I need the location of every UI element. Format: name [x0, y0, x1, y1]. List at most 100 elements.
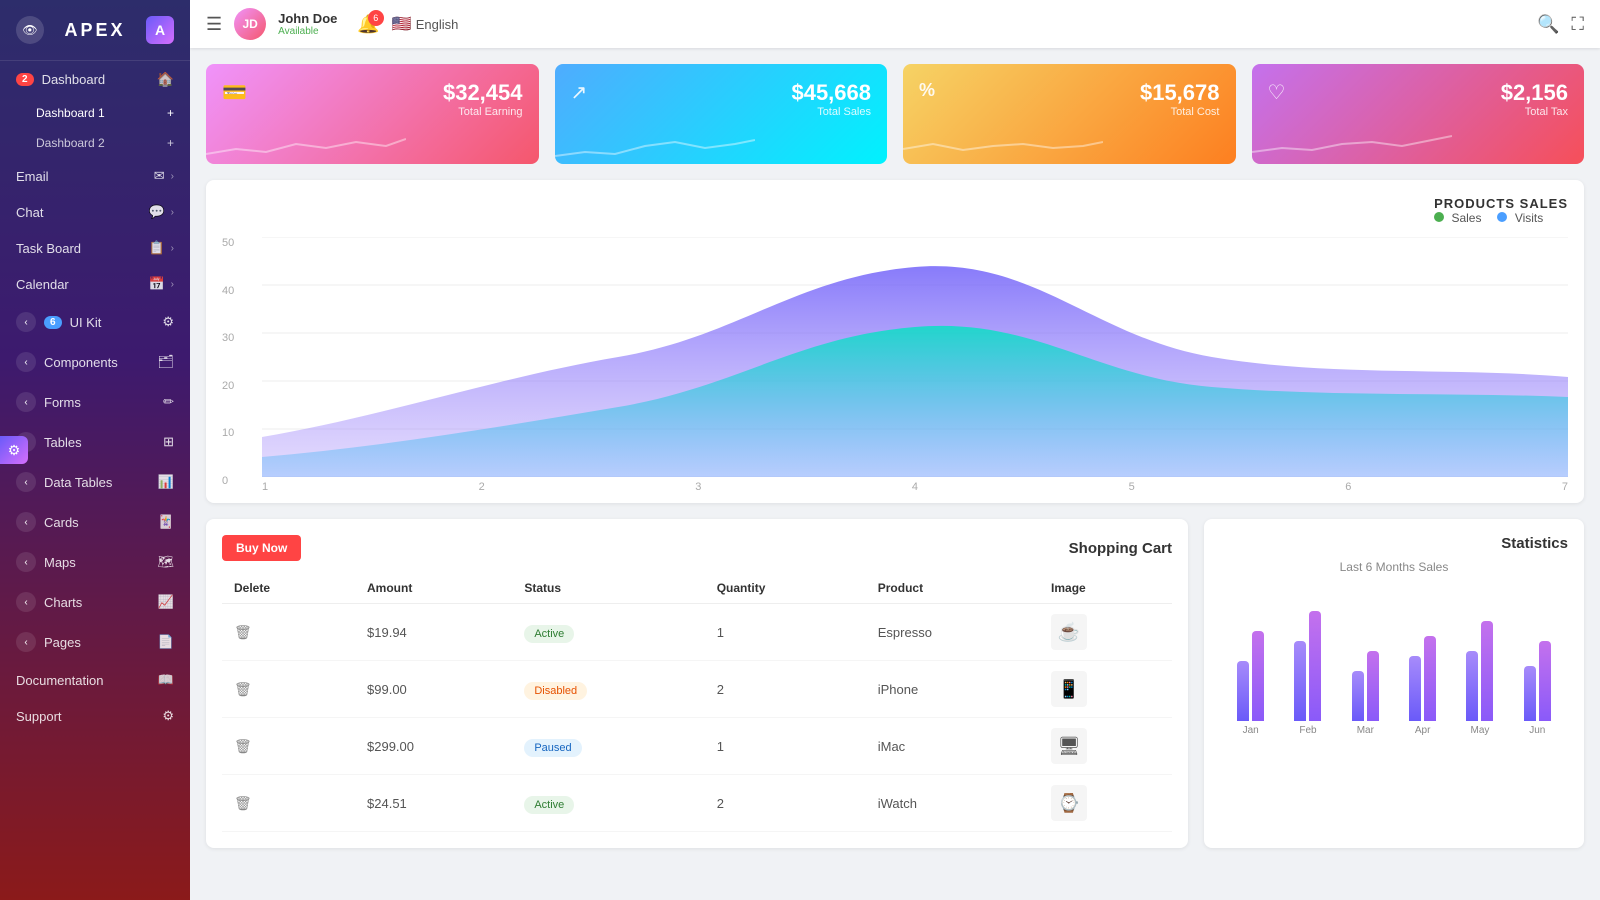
sales-icon: ↗ — [571, 80, 588, 105]
bottom-section: Buy Now Shopping Cart Delete Amount Stat… — [206, 519, 1584, 848]
bar-b — [1367, 651, 1379, 721]
chart-title: PRODUCTS SALES — [1434, 196, 1568, 211]
eye-toggle-button[interactable]: 👁 — [16, 16, 44, 44]
product-cell: Espresso — [866, 604, 1039, 661]
sidebar-item-email[interactable]: Email ✉ › — [0, 158, 190, 194]
buy-now-button[interactable]: Buy Now — [222, 535, 301, 561]
earning-sparkline — [206, 124, 406, 164]
hamburger-button[interactable]: ☰ — [206, 14, 222, 35]
cost-icon: % — [919, 80, 935, 101]
calendar-icon: 📅 — [148, 276, 164, 292]
bar-a — [1524, 666, 1536, 721]
sidebar-item-charts[interactable]: ‹ Charts 📈 — [0, 582, 190, 622]
expand-button[interactable]: ⛶ — [1571, 14, 1584, 35]
sidebar-item-uikit[interactable]: ‹ 6 UI Kit ⚙ — [0, 302, 190, 342]
bar-a — [1409, 656, 1421, 721]
sales-label: Total Sales — [791, 106, 871, 118]
sidebar-item-maps[interactable]: ‹ Maps 🗺 — [0, 542, 190, 582]
sidebar-item-calendar[interactable]: Calendar 📅 › — [0, 266, 190, 302]
bar-label: Jan — [1243, 725, 1259, 736]
x-axis-labels: 1 2 3 4 5 6 7 — [262, 481, 1568, 493]
product-image: ☕ — [1051, 614, 1087, 650]
cost-amount: $15,678 — [1140, 80, 1220, 106]
search-button[interactable]: 🔍 — [1537, 14, 1559, 35]
sidebar-item-datatables[interactable]: ‹ Data Tables 📊 — [0, 462, 190, 502]
delete-icon[interactable]: 🗑 — [234, 624, 252, 640]
sidebar-item-components[interactable]: ‹ Components 🗂 — [0, 342, 190, 382]
product-image: ⌚ — [1051, 785, 1087, 821]
table-row: 🗑 $19.94 Active 1 Espresso ☕ — [222, 604, 1172, 661]
image-cell: 🖥 — [1039, 718, 1172, 775]
chart-legend: Sales Visits — [1434, 211, 1568, 225]
user-info: John Doe Available — [278, 11, 337, 37]
status-badge: Active — [524, 796, 574, 814]
product-image: 📱 — [1051, 671, 1087, 707]
shopping-cart-section: Buy Now Shopping Cart Delete Amount Stat… — [206, 519, 1188, 848]
sidebar-item-pages[interactable]: ‹ Pages 📄 — [0, 622, 190, 662]
topbar-right: 🔍 ⛶ — [1537, 14, 1584, 35]
delete-icon[interactable]: 🗑 — [234, 681, 252, 697]
components-icon: 🗂 — [157, 354, 174, 370]
topbar: ☰ JD John Doe Available 🔔 6 🇺🇸 English 🔍… — [190, 0, 1600, 48]
tables-label: Tables — [44, 435, 82, 450]
maps-icon: 🗺 — [157, 554, 174, 570]
image-cell: 📱 — [1039, 661, 1172, 718]
status-cell: Active — [512, 604, 704, 661]
maps-collapse[interactable]: ‹ — [16, 552, 36, 572]
product-image: 🖥 — [1051, 728, 1087, 764]
language-selector[interactable]: 🇺🇸 English — [392, 14, 459, 34]
components-collapse[interactable]: ‹ — [16, 352, 36, 372]
datatables-label: Data Tables — [44, 475, 112, 490]
table-header: Delete Amount Status Quantity Product Im… — [222, 573, 1172, 604]
col-status: Status — [512, 573, 704, 604]
email-label: Email — [16, 169, 49, 184]
bar-a — [1352, 671, 1364, 721]
delete-icon[interactable]: 🗑 — [234, 738, 252, 754]
charts-collapse[interactable]: ‹ — [16, 592, 36, 612]
bar-label: Feb — [1299, 725, 1316, 736]
pages-collapse[interactable]: ‹ — [16, 632, 36, 652]
forms-collapse[interactable]: ‹ — [16, 392, 36, 412]
quantity-cell: 1 — [705, 718, 866, 775]
settings-float-button[interactable]: ⚙ — [0, 436, 28, 464]
dashboard-badge: 2 — [16, 73, 34, 86]
cards-collapse[interactable]: ‹ — [16, 512, 36, 532]
bar-label: Mar — [1357, 725, 1374, 736]
sidebar-item-chat[interactable]: Chat 💬 › — [0, 194, 190, 230]
sidebar-item-taskboard[interactable]: Task Board 📋 › — [0, 230, 190, 266]
content-area: 💳 $32,454 Total Earning ↗ $45,668 Total … — [190, 48, 1600, 900]
user-status: Available — [278, 26, 337, 37]
sidebar-item-dashboard2[interactable]: Dashboard 2 + — [0, 128, 190, 158]
uikit-collapse[interactable]: ‹ — [16, 312, 36, 332]
sidebar-item-dashboard[interactable]: 2 Dashboard 🏠 — [0, 61, 190, 98]
email-chevron: › — [171, 171, 174, 182]
sidebar-item-cards[interactable]: ‹ Cards 🃏 — [0, 502, 190, 542]
col-product: Product — [866, 573, 1039, 604]
notification-button[interactable]: 🔔 6 — [357, 14, 379, 35]
sidebar-item-documentation[interactable]: Documentation 📖 — [0, 662, 190, 698]
dashboard2-label: Dashboard 2 — [36, 136, 105, 150]
chart-header: PRODUCTS SALES Sales Visits — [222, 196, 1568, 225]
product-cell: iPhone — [866, 661, 1039, 718]
sidebar-item-dashboard1[interactable]: Dashboard 1 + — [0, 98, 190, 128]
amount-cell: $99.00 — [355, 661, 512, 718]
datatables-collapse[interactable]: ‹ — [16, 472, 36, 492]
sidebar-item-support[interactable]: Support ⚙ — [0, 698, 190, 734]
table-row: 🗑 $299.00 Paused 1 iMac 🖥 — [222, 718, 1172, 775]
sidebar-item-forms[interactable]: ‹ Forms ✏ — [0, 382, 190, 422]
bar-b — [1252, 631, 1264, 721]
cart-table: Delete Amount Status Quantity Product Im… — [222, 573, 1172, 832]
status-badge: Disabled — [524, 682, 587, 700]
delete-icon[interactable]: 🗑 — [234, 795, 252, 811]
calendar-label: Calendar — [16, 277, 69, 292]
bar-chart: Jan Feb Mar Apr May Jun — [1220, 586, 1568, 736]
quantity-cell: 2 — [705, 661, 866, 718]
stat-cards: 💳 $32,454 Total Earning ↗ $45,668 Total … — [206, 64, 1584, 164]
uikit-badge: 6 — [44, 316, 62, 329]
chart-container: 50 40 30 20 10 0 — [222, 237, 1568, 487]
bar-label: Apr — [1415, 725, 1431, 736]
taskboard-label: Task Board — [16, 241, 81, 256]
sidebar: 👁 APEX A 2 Dashboard 🏠 Dashboard 1 + Das… — [0, 0, 190, 900]
documentation-icon: 📖 — [158, 672, 174, 688]
sidebar-item-tables[interactable]: ‹ Tables ⊞ — [0, 422, 190, 462]
